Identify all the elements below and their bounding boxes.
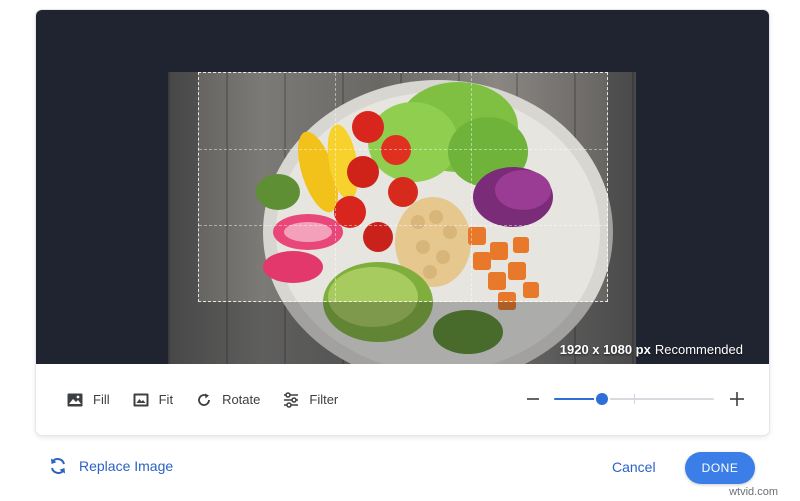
- filter-label: Filter: [309, 392, 339, 407]
- image-icon: [66, 391, 84, 409]
- resolution-value: 1920 x 1080 px: [559, 342, 651, 357]
- watermark-text: wtvid.com: [729, 486, 778, 498]
- crop-selection-box[interactable]: [198, 72, 608, 302]
- zoom-in-button[interactable]: [726, 388, 748, 410]
- zoom-out-button[interactable]: [522, 388, 544, 410]
- crop-grid-line: [334, 73, 336, 301]
- replace-image-label: Replace Image: [79, 458, 174, 474]
- zoom-slider-tick: [634, 394, 635, 404]
- editor-toolbar: Fill Fit Rotate Filter: [36, 364, 769, 435]
- fit-button[interactable]: Fit: [132, 385, 173, 415]
- cancel-button[interactable]: Cancel: [612, 459, 656, 475]
- replace-image-button[interactable]: Replace Image: [48, 456, 173, 476]
- image-frame-icon: [132, 391, 150, 409]
- plus-icon: [730, 392, 744, 406]
- zoom-slider-fill: [554, 398, 602, 400]
- fit-label: Fit: [158, 392, 174, 407]
- resolution-note: Recommended: [654, 342, 743, 357]
- fill-button[interactable]: Fill: [66, 385, 110, 415]
- crop-grid-line: [199, 224, 607, 226]
- rotate-icon: [195, 391, 213, 409]
- image-editor-card: 1920 x 1080 px Recommended Fill Fit Rotat…: [36, 10, 769, 435]
- crop-grid-line: [199, 148, 607, 150]
- rotate-label: Rotate: [222, 392, 261, 407]
- resolution-hint: 1920 x 1080 px Recommended: [560, 342, 743, 357]
- zoom-slider-handle[interactable]: [596, 393, 608, 405]
- salad-bowl-photo: [168, 72, 636, 364]
- rotate-button[interactable]: Rotate: [195, 385, 260, 415]
- filter-button[interactable]: Filter: [282, 385, 338, 415]
- zoom-slider[interactable]: [554, 393, 714, 405]
- fill-label: Fill: [93, 392, 110, 407]
- sliders-icon: [282, 391, 300, 409]
- image-stage: 1920 x 1080 px Recommended: [36, 10, 769, 364]
- minus-icon: [527, 398, 539, 400]
- crop-grid-line: [470, 73, 472, 301]
- done-button[interactable]: DONE: [685, 452, 755, 484]
- refresh-icon: [48, 456, 68, 476]
- zoom-control: [522, 388, 752, 410]
